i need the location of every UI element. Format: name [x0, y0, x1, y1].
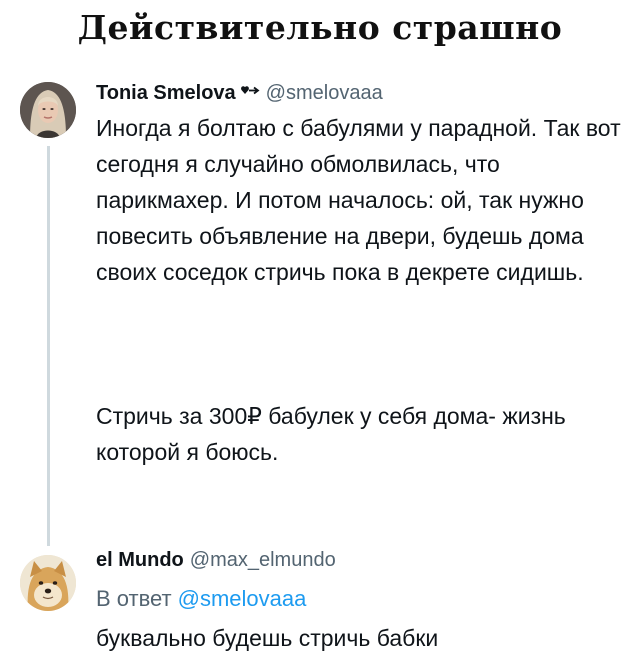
woman-portrait-icon — [20, 82, 76, 138]
reply-mention-link[interactable]: @smelovaaa — [178, 586, 307, 611]
doge-dog-icon — [20, 555, 76, 611]
meme-title: Действительно страшно — [77, 8, 563, 47]
avatar-tonia-smelova[interactable] — [20, 82, 76, 138]
author-handle[interactable]: @max_elmundo — [190, 549, 336, 571]
tweet-header: el Mundo @max_elmundo — [96, 547, 336, 573]
author-handle[interactable]: @smelovaaa — [266, 82, 383, 104]
tweet-header: Tonia Smelova @smelovaaa — [96, 80, 383, 106]
tweet-body-paragraph: Иногда я болтаю с бабулями у парадной. Т… — [96, 115, 621, 285]
avatar-el-mundo[interactable] — [20, 555, 76, 611]
tweet-body-paragraph: буквально будешь стричь бабки — [96, 625, 439, 651]
reply-to-line: В ответ @smelovaaa — [96, 582, 306, 616]
author-display-name[interactable]: Tonia Smelova — [96, 82, 236, 104]
tweet-body-paragraph: Стричь за 300₽ бабулек у себя дома- жизн… — [96, 403, 566, 465]
thread-connector-line — [47, 146, 50, 546]
heart-arrow-icon — [240, 81, 260, 107]
reply-to-label: В ответ — [96, 586, 172, 611]
author-display-name[interactable]: el Mundo — [96, 549, 184, 571]
